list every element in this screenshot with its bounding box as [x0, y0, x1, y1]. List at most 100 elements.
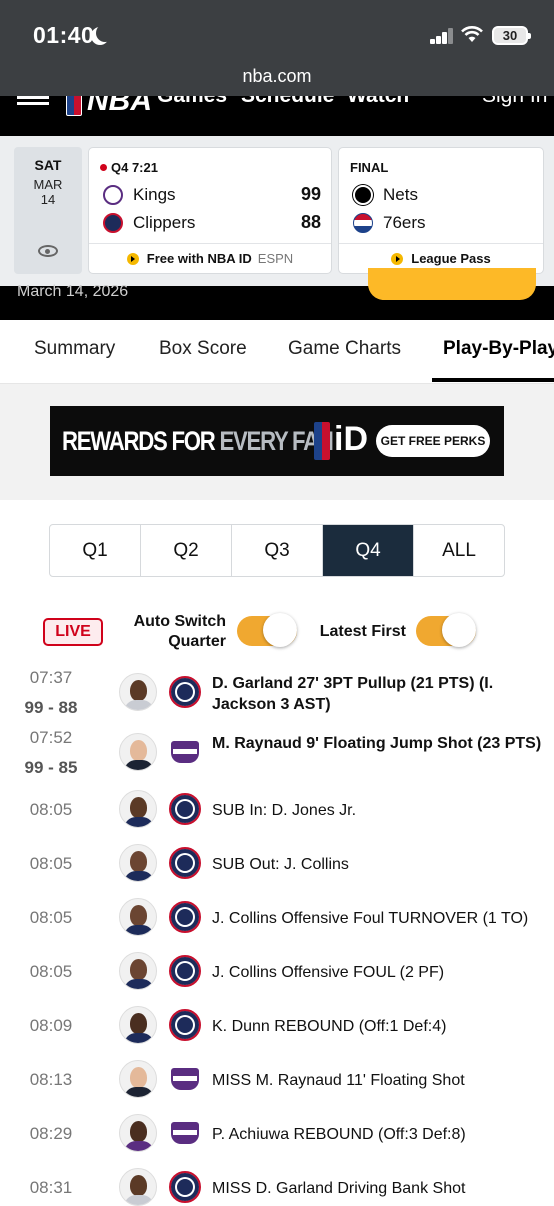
active-tab-indicator: [432, 378, 554, 382]
date-day: SAT: [34, 157, 62, 173]
player-avatar[interactable]: [119, 952, 157, 990]
game-status: Q4 7:21: [100, 160, 158, 175]
76ers-logo-icon: [353, 213, 373, 233]
game-date: March 14, 2026: [17, 283, 129, 300]
clock: 01:40: [33, 22, 95, 48]
clippers-logo-icon: [169, 1009, 201, 1041]
latest-first-toggle[interactable]: [416, 613, 476, 647]
eye-icon[interactable]: [38, 245, 58, 257]
team-row: Clippers 88: [103, 212, 321, 236]
player-avatar[interactable]: [119, 790, 157, 828]
tab-summary[interactable]: Summary: [34, 338, 115, 360]
play-time: 07:52: [29, 728, 73, 747]
quarter-all[interactable]: ALL: [414, 525, 504, 576]
clippers-logo-icon: [169, 793, 201, 825]
date-number: 14: [40, 192, 56, 207]
battery-icon: 30: [492, 26, 531, 45]
menu-icon-bar: [17, 102, 49, 105]
game-tabs: Summary Box Score Game Charts Play-By-Pl…: [0, 320, 554, 384]
nav-watch[interactable]: Watch: [347, 96, 409, 108]
player-avatar[interactable]: [119, 733, 157, 771]
player-avatar[interactable]: [119, 1006, 157, 1044]
play-score: 99 - 85: [24, 758, 78, 777]
clippers-logo-icon: [169, 955, 201, 987]
wifi-icon: [461, 26, 483, 42]
quarter-q3[interactable]: Q3: [232, 525, 323, 576]
kings-logo-icon: [169, 736, 201, 768]
team-score: 99: [300, 184, 321, 204]
auto-switch-label: Auto Switch Quarter: [133, 613, 226, 650]
team-row: Kings 99: [103, 184, 321, 208]
quarter-selector: Q1 Q2 Q3 Q4 ALL: [49, 524, 505, 577]
player-avatar[interactable]: [119, 1060, 157, 1098]
nba-logo-icon[interactable]: [66, 96, 82, 116]
moon-icon: [96, 24, 114, 42]
kings-logo-icon: [103, 185, 123, 205]
auto-switch-toggle[interactable]: [237, 613, 297, 647]
play-icon: [391, 253, 404, 265]
play-description: P. Achiuwa REBOUND (Off:3 Def:8): [212, 1126, 466, 1143]
signal-icon: [430, 28, 456, 44]
team-row: Nets: [353, 184, 543, 208]
play-description: J. Collins Offensive FOUL (2 PF): [212, 964, 445, 981]
game-status: FINAL: [350, 160, 389, 175]
team-name: Clippers: [133, 213, 196, 232]
pbp-controls: LIVE Auto Switch Quarter Latest First: [0, 606, 554, 662]
tab-play-by-play[interactable]: Play-By-Play: [443, 338, 554, 360]
team-name: Kings: [133, 185, 176, 204]
ad-area: REWARDS FOR EVERY FAN iD GET FREE PERKS: [0, 384, 554, 500]
play-time: 07:37: [29, 668, 73, 687]
play-time: 08:29: [29, 1124, 73, 1143]
player-avatar[interactable]: [119, 1168, 157, 1206]
play-description: K. Dunn REBOUND (Off:1 Def:4): [212, 1018, 447, 1035]
nets-logo-icon: [353, 185, 373, 205]
player-avatar[interactable]: [119, 898, 157, 936]
game-card-live[interactable]: Q4 7:21 Kings 99 Clippers 88 Free with N…: [88, 147, 332, 274]
play-time: 08:05: [29, 908, 73, 927]
scores-strip: SAT MAR 14 Q4 7:21 Kings 99 Clippers 88 …: [0, 136, 554, 286]
address-bar-url[interactable]: nba.com: [0, 66, 554, 87]
game-card-final[interactable]: FINAL Nets 76ers League Pass: [338, 147, 544, 274]
watch-button[interactable]: [368, 268, 536, 300]
play-description: SUB In: D. Jones Jr.: [212, 802, 357, 819]
play-description: D. Garland 27' 3PT Pullup (21 PTS) (I. J…: [212, 675, 494, 713]
team-name: 76ers: [383, 213, 426, 232]
player-avatar[interactable]: [119, 1114, 157, 1152]
clippers-logo-icon: [169, 676, 201, 708]
clippers-logo-icon: [169, 1171, 201, 1203]
quarter-q2[interactable]: Q2: [141, 525, 232, 576]
sign-in-link[interactable]: Sign In: [482, 96, 547, 108]
live-dot-icon: [100, 164, 107, 171]
quarter-q1[interactable]: Q1: [50, 525, 141, 576]
tab-box-score[interactable]: Box Score: [159, 338, 247, 360]
clippers-logo-icon: [103, 213, 123, 233]
rewards-banner[interactable]: REWARDS FOR EVERY FAN iD GET FREE PERKS: [50, 406, 504, 476]
tab-game-charts[interactable]: Game Charts: [288, 338, 401, 360]
play-description: MISS D. Garland Driving Bank Shot: [212, 1180, 466, 1197]
get-free-perks-button[interactable]: GET FREE PERKS: [376, 425, 490, 457]
team-score: 88: [300, 212, 321, 232]
latest-first-label: Latest First: [319, 623, 406, 640]
watch-link[interactable]: Free with NBA ID ESPN: [89, 243, 331, 273]
banner-text: REWARDS FOR EVERY FAN: [62, 426, 334, 456]
nav-games[interactable]: Games: [157, 96, 227, 108]
quarter-q4[interactable]: Q4: [323, 525, 414, 576]
play-time: 08:05: [29, 854, 73, 873]
date-selector[interactable]: SAT MAR 14: [14, 147, 82, 274]
play-time: 08:13: [29, 1070, 73, 1089]
kings-logo-icon: [169, 1063, 201, 1095]
nba-wordmark[interactable]: NBA: [87, 96, 152, 118]
player-avatar[interactable]: [119, 844, 157, 882]
team-name: Nets: [383, 185, 418, 204]
clippers-logo-icon: [169, 847, 201, 879]
play-description: M. Raynaud 9' Floating Jump Shot (23 PTS…: [212, 735, 542, 752]
play-description: SUB Out: J. Collins: [212, 856, 349, 873]
play-icon: [126, 253, 139, 265]
nav-schedule[interactable]: Schedule: [241, 96, 334, 108]
play-description: MISS M. Raynaud 11' Floating Shot: [212, 1072, 465, 1089]
game-header: March 14, 2026: [0, 268, 554, 320]
nba-id-text: iD: [334, 420, 368, 458]
player-avatar[interactable]: [119, 673, 157, 711]
network-label: ESPN: [257, 251, 294, 266]
play-time: 08:31: [29, 1178, 73, 1197]
